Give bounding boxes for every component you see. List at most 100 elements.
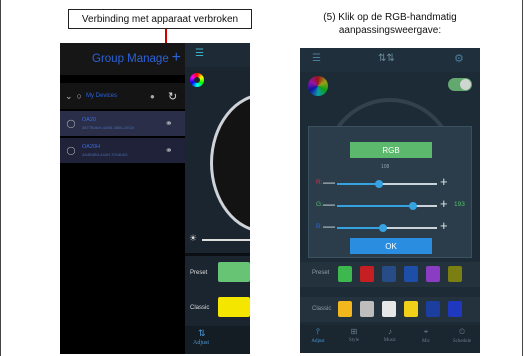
device-name: OA20 xyxy=(82,116,97,123)
group-bulb-icon[interactable]: ● xyxy=(150,92,155,101)
callout-box: Verbinding met apparaat verbroken xyxy=(68,9,252,29)
preset-swatch[interactable] xyxy=(382,266,396,282)
left-border xyxy=(0,0,1,356)
classic-swatch[interactable] xyxy=(360,301,374,317)
classic-swatch[interactable] xyxy=(338,301,352,317)
blue-minus-button[interactable]: — xyxy=(323,219,335,233)
green-slider[interactable] xyxy=(337,202,437,210)
group-manage-title: Group Manage xyxy=(92,53,169,65)
red-minus-button[interactable]: — xyxy=(323,175,335,189)
green-slider-thumb[interactable] xyxy=(409,202,417,210)
rgb-top-value: 108 xyxy=(381,164,390,170)
blue-plus-button[interactable]: + xyxy=(440,218,448,233)
preset-swatch[interactable] xyxy=(338,266,352,282)
red-slider-row: R: — + xyxy=(309,174,473,191)
caption-line-1: (5) Klik op de RGB-handmatig xyxy=(323,12,457,23)
adjust-panel: ☰ ☀ Preset Classic ⇅ Adjust xyxy=(185,43,250,354)
schedule-icon: ⏲ xyxy=(458,327,466,336)
nav-item-music[interactable]: ♪ Music xyxy=(372,327,408,343)
refresh-icon[interactable]: ↻ xyxy=(168,90,177,103)
gear-icon[interactable]: ⚙ xyxy=(454,52,464,65)
style-icon: ⊞ xyxy=(350,327,358,336)
adjust-icon[interactable]: ⇅ xyxy=(198,328,206,339)
color-disc[interactable] xyxy=(210,93,250,233)
device-item[interactable]: ◯ OA20 3877B4AH-44N6-3856-20OA ⚭ xyxy=(60,111,185,136)
device-id: 4A4B4B4-444H-7G08-8G xyxy=(82,151,128,157)
classic-label: Classic xyxy=(312,306,332,312)
group-icon: ○ xyxy=(76,91,82,101)
preset-label: Preset xyxy=(190,270,208,276)
left-phone-screenshot: Group Manage + ⌄ ○ My Devices ● ↻ ◯ OA20… xyxy=(60,43,250,354)
caption-line-2: aanpassingsweergave: xyxy=(338,25,442,36)
power-toggle[interactable] xyxy=(448,78,472,91)
sliders-icon[interactable]: ⇅⇅ xyxy=(378,53,395,64)
preset-swatch[interactable] xyxy=(218,262,250,282)
music-icon: ♪ xyxy=(388,327,392,336)
rgb-dialog: RGB 108 R: — + G: — + 193 B: — + OK xyxy=(308,126,472,258)
bulb-icon: ◯ xyxy=(66,146,76,155)
green-label: G: xyxy=(316,201,323,208)
mic-icon: ⌖ xyxy=(423,327,429,336)
link-icon[interactable]: ⚭ xyxy=(165,145,173,156)
blue-slider-thumb[interactable] xyxy=(379,224,387,232)
classic-swatch[interactable] xyxy=(448,301,462,317)
add-group-button[interactable]: + xyxy=(172,49,181,67)
link-broken-icon[interactable]: ⚭ xyxy=(165,118,173,129)
color-wheel-icon[interactable] xyxy=(190,73,204,87)
classic-swatch[interactable] xyxy=(218,297,250,317)
my-devices-row[interactable]: ⌄ ○ My Devices ● ↻ xyxy=(60,83,185,109)
divider xyxy=(185,253,250,256)
nav-adjust-label[interactable]: Adjust xyxy=(193,340,209,346)
right-border xyxy=(522,0,523,356)
ok-button[interactable]: OK xyxy=(350,238,432,254)
bulb-icon: ◯ xyxy=(66,119,76,128)
blue-slider-fill xyxy=(337,227,383,229)
adjust-icon: ⫯ xyxy=(316,327,320,336)
green-minus-button[interactable]: — xyxy=(323,197,335,211)
preset-swatch[interactable] xyxy=(360,266,374,282)
device-id: 3877B4AH-44N6-3856-20OA xyxy=(82,124,135,130)
blue-label: B: xyxy=(316,223,323,230)
preset-label: Preset xyxy=(312,270,330,276)
blue-slider[interactable] xyxy=(337,224,437,232)
device-name: OA20H xyxy=(82,143,101,150)
preset-swatch[interactable] xyxy=(448,266,462,282)
blue-slider-row: B: — + xyxy=(309,218,473,235)
nav-item-style[interactable]: ⊞ Style xyxy=(336,327,372,343)
nav-item-adjust[interactable]: ⫯ Adjust xyxy=(300,327,336,344)
red-plus-button[interactable]: + xyxy=(440,174,448,189)
rgb-title: RGB xyxy=(350,142,432,158)
brightness-slider[interactable] xyxy=(202,239,250,241)
nav-label: Music xyxy=(383,338,397,343)
red-label: R: xyxy=(316,179,323,186)
sun-icon: ☀ xyxy=(189,233,198,243)
nav-label: Style xyxy=(348,338,360,343)
green-slider-fill xyxy=(337,205,413,207)
classic-label: Classic xyxy=(190,305,210,311)
green-plus-button[interactable]: + xyxy=(440,196,448,211)
green-value: 193 xyxy=(454,201,465,208)
preset-swatch[interactable] xyxy=(404,266,418,282)
nav-label: Schedule xyxy=(452,339,472,344)
red-slider-fill xyxy=(337,183,379,185)
preset-swatch[interactable] xyxy=(426,266,440,282)
nav-item-schedule[interactable]: ⏲ Schedule xyxy=(444,327,480,344)
group-manage-header: Group Manage + xyxy=(60,43,185,75)
device-item[interactable]: ◯ OA20H 4A4B4B4-444H-7G08-8G ⚭ xyxy=(60,138,185,163)
menu-icon[interactable]: ☰ xyxy=(185,43,250,67)
red-slider[interactable] xyxy=(337,180,437,188)
classic-swatch[interactable] xyxy=(426,301,440,317)
nav-label: Adjust xyxy=(311,339,325,344)
green-slider-row: G: — + 193 xyxy=(309,196,473,213)
nav-item-mic[interactable]: ⌖ Mic xyxy=(408,327,444,344)
right-phone-screenshot: ☰ ⇅⇅ ⚙ RGB 108 R: — + G: — + 193 B: — + … xyxy=(300,48,480,353)
my-devices-label: My Devices xyxy=(85,93,117,99)
classic-swatch[interactable] xyxy=(382,301,396,317)
menu-icon[interactable]: ☰ xyxy=(312,53,321,64)
classic-swatch[interactable] xyxy=(404,301,418,317)
step-caption: (5) Klik op de RGB-handmatig aanpassings… xyxy=(300,11,480,37)
red-slider-thumb[interactable] xyxy=(375,180,383,188)
nav-label: Mic xyxy=(421,339,431,344)
color-wheel-icon[interactable] xyxy=(308,76,328,96)
chevron-down-icon[interactable]: ⌄ xyxy=(65,91,73,102)
